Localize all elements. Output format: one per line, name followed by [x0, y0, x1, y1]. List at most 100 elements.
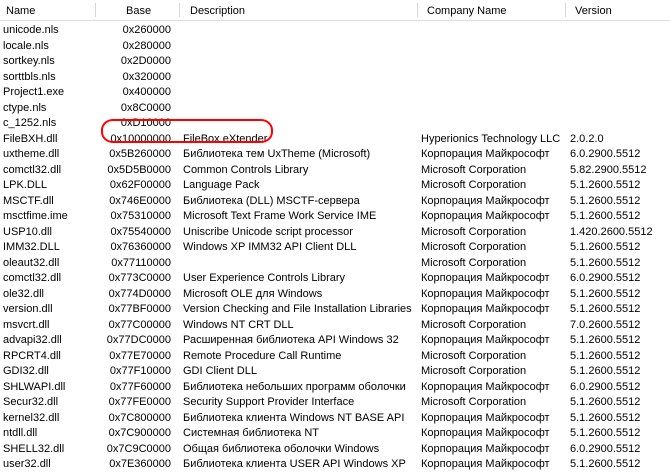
- module-version: 5.1.2600.5512: [570, 241, 641, 253]
- module-description: Remote Procedure Call Runtime: [183, 349, 342, 362]
- module-version: 5.1.2600.5512: [570, 256, 641, 269]
- table-row[interactable]: uxtheme.dll 0x5B260000 Библиотека тем UxTh…: [0, 146, 670, 162]
- table-row[interactable]: comctl32.dll 0x773C0000 User Experience Co…: [0, 270, 670, 286]
- column-header-version[interactable]: Version: [569, 0, 669, 20]
- module-version: 6.0.2900.5512: [570, 442, 641, 455]
- module-description: Библиотека клиента USER API Windows XP: [183, 458, 406, 470]
- module-company: Microsoft Corporation: [421, 365, 527, 377]
- module-name: unicode.nls: [3, 24, 59, 36]
- column-header-description[interactable]: Description: [184, 0, 416, 20]
- module-version: 6.0.2900.5512: [570, 380, 641, 393]
- module-version: 1.420.2600.5512: [570, 225, 653, 238]
- column-resize-handle[interactable]: [417, 3, 418, 17]
- table-row[interactable]: msctfime.ime 0x75310000 Microsoft Text Fra…: [0, 208, 670, 224]
- table-row[interactable]: LPK.DLL 0x62F00000 Language Pack Microsoft …: [0, 177, 670, 193]
- module-base-address: 0x746E0000: [109, 194, 171, 207]
- table-row[interactable]: version.dll 0x77BF0000 Version Checking an…: [0, 301, 670, 317]
- column-resize-handle[interactable]: [565, 3, 566, 17]
- module-company: Корпорация Майкрософт: [421, 411, 550, 424]
- table-row[interactable]: ole32.dll 0x774D0000 Microsoft OLE для Win…: [0, 286, 670, 302]
- module-description: [183, 255, 415, 271]
- module-company: Hyperionics Technology LLC: [421, 132, 561, 145]
- module-description: Windows XP IMM32 API Client DLL: [183, 241, 357, 253]
- table-row[interactable]: Secur32.dll 0x77FE0000 Security Support Pr…: [0, 394, 670, 410]
- table-row[interactable]: unicode.nls 0x260000: [0, 22, 670, 38]
- table-row[interactable]: SHLWAPI.dll 0x77F60000 Библиотека небольши…: [0, 379, 670, 395]
- table-row[interactable]: Project1.exe 0x400000: [0, 84, 670, 100]
- table-row[interactable]: msvcrt.dll 0x77C00000 Windows NT CRT DLL Mi…: [0, 317, 670, 333]
- table-row[interactable]: advapi32.dll 0x77DC0000 Расширенная библио…: [0, 332, 670, 348]
- module-base-address: 0x77110000: [111, 256, 171, 269]
- module-description: Microsoft Text Frame Work Service IME: [183, 210, 377, 222]
- module-name: sorttbls.nls: [3, 70, 56, 83]
- module-description: Uniscribe Unicode script processor: [183, 225, 353, 238]
- module-base-address: 0x77FE0000: [108, 396, 171, 408]
- table-row[interactable]: ctype.nls 0x8C0000: [0, 100, 670, 116]
- module-base-address: 0x77BF0000: [108, 303, 171, 315]
- module-base-address: 0x280000: [122, 39, 171, 52]
- module-name: msctfime.ime: [3, 210, 68, 222]
- module-description: FileBox eXtender: [183, 132, 268, 145]
- column-header-company[interactable]: Company Name: [421, 0, 565, 20]
- module-description: Системная библиотека NT: [183, 427, 320, 439]
- module-name: locale.nls: [3, 39, 49, 52]
- module-base-address: 0x77E70000: [109, 349, 171, 362]
- module-base-address: 0x77F10000: [109, 365, 171, 377]
- table-row[interactable]: oleaut32.dll 0x77110000 Microsoft Corporat…: [0, 255, 670, 271]
- module-description: [183, 69, 415, 85]
- module-name: comctl32.dll: [3, 272, 62, 284]
- module-base-address: 0x77C00000: [108, 318, 171, 331]
- module-name: Secur32.dll: [3, 396, 59, 408]
- module-version: 5.1.2600.5512: [570, 349, 641, 362]
- column-header-base[interactable]: Base: [120, 0, 180, 20]
- table-row[interactable]: sorttbls.nls 0x320000: [0, 69, 670, 85]
- table-row[interactable]: RPCRT4.dll 0x77E70000 Remote Procedure Cal…: [0, 348, 670, 364]
- module-company: Корпорация Майкрософт: [421, 442, 550, 455]
- module-base-address: 0x773C0000: [108, 272, 171, 284]
- module-version: 5.1.2600.5512: [570, 334, 641, 346]
- module-description: [183, 84, 415, 100]
- module-version: 5.1.2600.5512: [570, 458, 641, 470]
- table-row[interactable]: user32.dll 0x7E360000 Библиотека клиента U…: [0, 456, 670, 472]
- module-version: 5.1.2600.5512: [570, 396, 641, 408]
- table-row[interactable]: FileBXH.dll 0x10000000 FileBox eXtender Hyp…: [0, 131, 670, 147]
- table-row[interactable]: c_1252.nls 0xD10000: [0, 115, 670, 131]
- module-version: [570, 53, 670, 69]
- module-name: ntdll.dll: [3, 427, 38, 439]
- table-row[interactable]: MSCTF.dll 0x746E0000 Библиотека (DLL) MSCT…: [0, 193, 670, 209]
- table-row[interactable]: GDI32.dll 0x77F10000 GDI Client DLL Microso…: [0, 363, 670, 379]
- table-row[interactable]: ntdll.dll 0x7C900000 Системная библиотека …: [0, 425, 670, 441]
- table-row[interactable]: comctl32.dll 0x5D5B0000 Common Controls Li…: [0, 162, 670, 178]
- module-base-address: 0x75310000: [110, 210, 171, 222]
- column-header-name[interactable]: Name: [0, 0, 95, 20]
- module-name: RPCRT4.dll: [3, 349, 61, 362]
- module-base-address: 0x5D5B0000: [107, 163, 171, 176]
- module-company: Microsoft Corporation: [421, 163, 527, 176]
- module-description: Microsoft OLE для Windows: [183, 287, 323, 300]
- column-resize-handle[interactable]: [95, 3, 96, 17]
- table-row[interactable]: locale.nls 0x280000: [0, 38, 670, 54]
- module-company: Корпорация Майкрософт: [421, 303, 550, 315]
- module-description: Version Checking and File Installation L…: [183, 303, 412, 315]
- module-version: 7.0.2600.5512: [570, 318, 641, 331]
- module-name: user32.dll: [3, 458, 51, 470]
- module-base-address: 0xD10000: [120, 117, 171, 129]
- table-row[interactable]: sortkey.nls 0x2D0000: [0, 53, 670, 69]
- module-base-address: 0x7C900000: [108, 427, 171, 439]
- module-company: Microsoft Corporation: [421, 179, 527, 191]
- table-row[interactable]: SHELL32.dll 0x7C9C0000 Общая библиотека об…: [0, 441, 670, 457]
- module-company: Microsoft Corporation: [421, 225, 527, 238]
- column-resize-handle[interactable]: [179, 3, 180, 17]
- module-base-address: 0x400000: [122, 86, 171, 98]
- module-base-address: 0x5B260000: [109, 148, 171, 160]
- column-header-bar: Name Base Description Company Name Versi…: [0, 0, 670, 21]
- table-row[interactable]: IMM32.DLL 0x76360000 Windows XP IMM32 API …: [0, 239, 670, 255]
- module-description: Библиотека клиента Windows NT BASE API: [183, 411, 405, 424]
- module-description: Common Controls Library: [183, 163, 309, 176]
- module-description: [183, 38, 415, 54]
- module-name: comctl32.dll: [3, 163, 62, 176]
- module-version: 5.82.2900.5512: [570, 163, 647, 176]
- module-description: Библиотека (DLL) MSCTF-сервера: [183, 194, 360, 207]
- table-row[interactable]: kernel32.dll 0x7C800000 Библиотека клиента…: [0, 410, 670, 426]
- table-row[interactable]: USP10.dll 0x75540000 Uniscribe Unicode scr…: [0, 224, 670, 240]
